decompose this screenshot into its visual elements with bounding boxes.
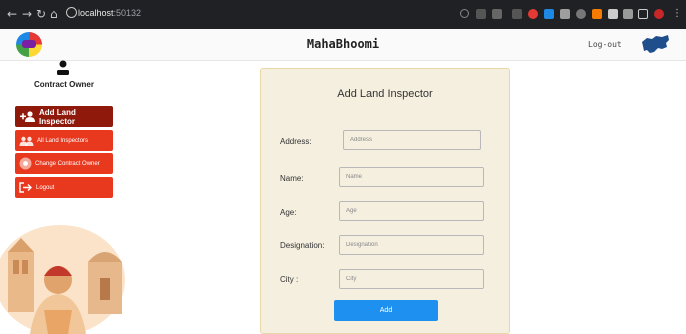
extension-icon[interactable] [512, 9, 522, 19]
url-port: :50132 [113, 8, 142, 18]
city-input[interactable] [339, 269, 484, 289]
address-bar[interactable]: localhost:50132 [78, 8, 141, 18]
city-label: City : [280, 275, 299, 284]
extension-gear-icon[interactable] [576, 9, 586, 19]
extension-fox-icon[interactable] [592, 9, 602, 19]
heritage-illustration [0, 225, 125, 334]
maharashtra-map-icon [642, 35, 669, 53]
designation-label: Designation: [280, 241, 325, 250]
home-icon[interactable]: ⌂ [50, 7, 58, 21]
back-arrow-icon[interactable]: ← [7, 7, 17, 21]
users-icon [19, 136, 34, 146]
sidebar-item-logout[interactable]: Logout [15, 177, 113, 198]
star-icon[interactable] [492, 9, 502, 19]
add-user-icon [19, 111, 36, 122]
form-title: Add Land Inspector [337, 88, 433, 100]
zoom-icon[interactable] [460, 9, 469, 18]
designation-input[interactable] [339, 235, 484, 255]
header-logout-link[interactable]: Log-out [588, 40, 622, 49]
reload-icon[interactable]: ↻ [36, 7, 46, 21]
add-land-inspector-form: Add Land Inspector Address: Name: Age: D… [260, 68, 510, 334]
name-label: Name: [280, 174, 304, 183]
side-panel-icon[interactable] [638, 9, 648, 19]
puzzle-icon[interactable] [608, 9, 618, 19]
sidebar-item-change-contract-owner[interactable]: Change Contract Owner [15, 153, 113, 174]
reading-list-icon[interactable] [623, 9, 633, 19]
extension-red-icon[interactable] [528, 9, 538, 19]
user-role-label: Contract Owner [33, 80, 94, 89]
age-input[interactable] [339, 201, 484, 221]
sidebar-item-add-land-inspector[interactable]: Add Land Inspector [15, 106, 113, 127]
url-host: localhost [78, 8, 114, 18]
logout-icon [19, 182, 33, 193]
menu-icon[interactable]: ⋮ [672, 7, 682, 21]
brand-title: MahaBhoomi [306, 37, 380, 51]
sidebar-item-label: Logout [36, 184, 55, 191]
user-avatar-icon [57, 60, 69, 75]
info-icon[interactable] [66, 7, 77, 18]
address-input[interactable] [343, 130, 481, 150]
add-button[interactable]: Add [334, 300, 438, 321]
extension-blue-icon[interactable] [544, 9, 554, 19]
extension-gray-icon[interactable] [560, 9, 570, 19]
change-owner-icon [19, 157, 32, 170]
sidebar-item-label: Add Land Inspector [39, 107, 76, 126]
sidebar-item-label: All Land Inspectors [37, 137, 89, 144]
address-label: Address: [280, 137, 312, 146]
share-icon[interactable] [476, 9, 486, 19]
sidebar-item-all-land-inspectors[interactable]: All Land Inspectors [15, 130, 113, 151]
app-header: MahaBhoomi Log-out [0, 29, 686, 61]
sidebar-item-label: Change Contract Owner [35, 160, 100, 167]
profile-avatar[interactable] [654, 9, 664, 19]
age-label: Age: [280, 208, 297, 217]
browser-toolbar: ← → ↻ ⌂ localhost:50132 ⋮ [0, 0, 686, 29]
forward-arrow-icon[interactable]: → [22, 7, 32, 21]
name-input[interactable] [339, 167, 484, 187]
